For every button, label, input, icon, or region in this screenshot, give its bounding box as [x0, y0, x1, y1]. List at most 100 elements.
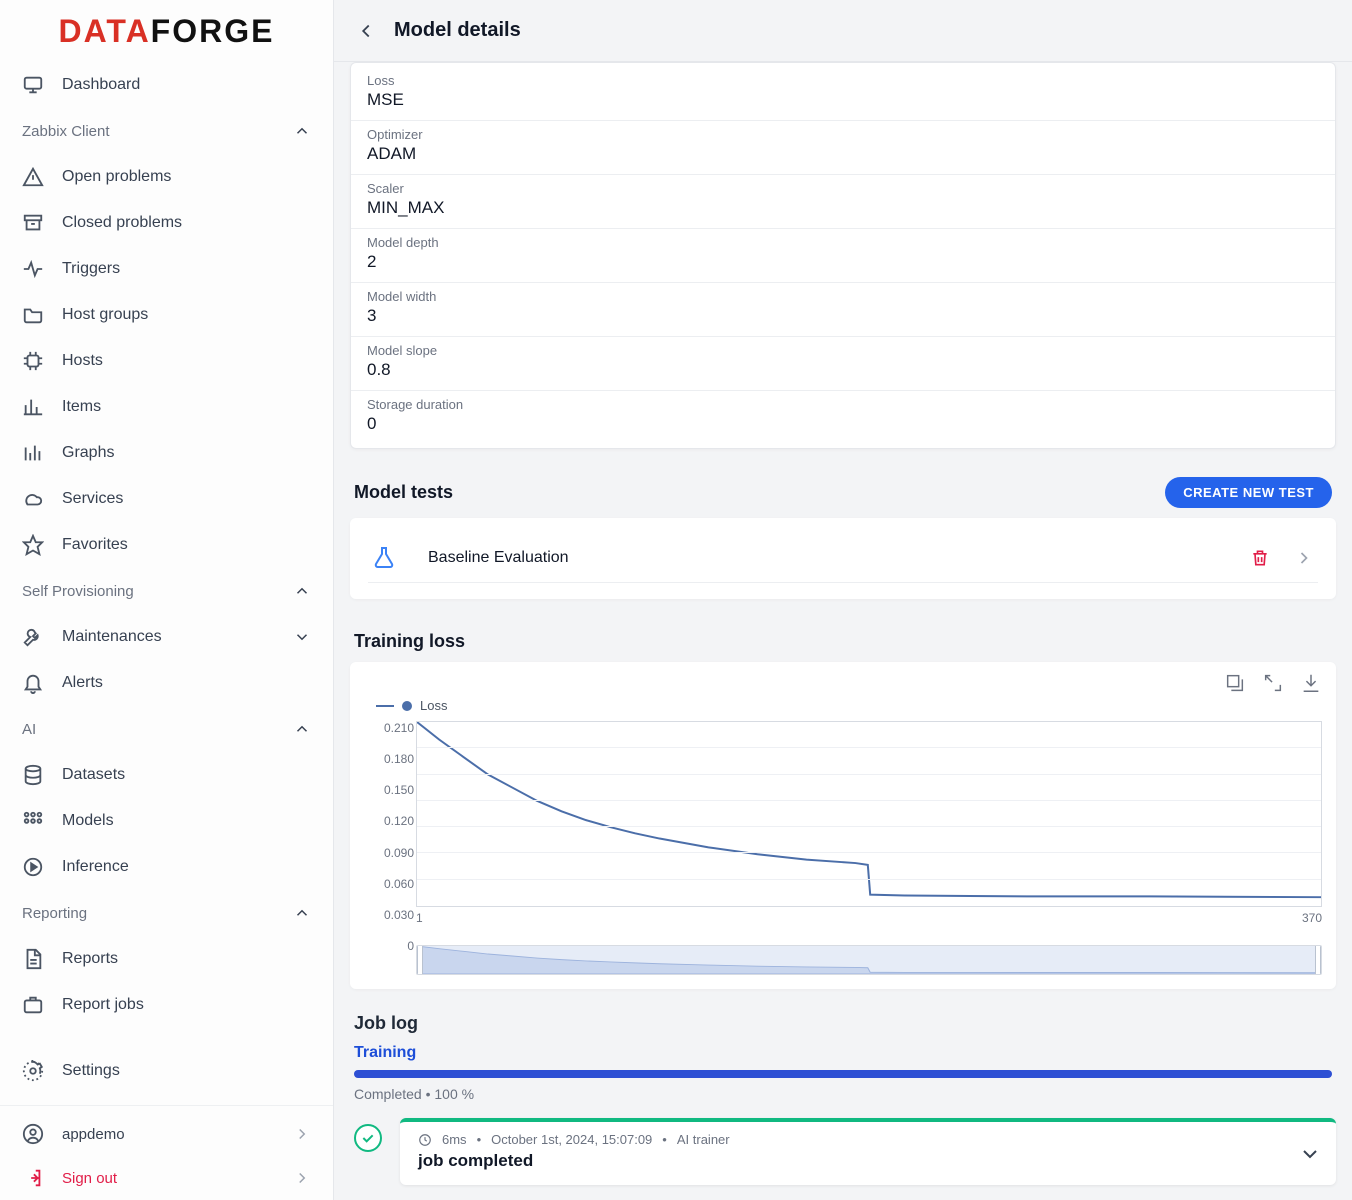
briefcase-icon [22, 994, 44, 1016]
sidebar-label: Open problems [62, 168, 171, 186]
content-scroll[interactable]: LossMSEOptimizerADAMScalerMIN_MAXModel d… [334, 62, 1352, 1200]
test-row[interactable]: Baseline Evaluation [368, 534, 1318, 583]
clock-icon [418, 1133, 432, 1147]
sidebar-group-zabbix[interactable]: Zabbix Client [0, 108, 333, 154]
grid-icon [22, 810, 44, 832]
sidebar-item-dashboard[interactable]: Dashboard [0, 62, 333, 108]
sidebar-item-datasets[interactable]: Datasets [0, 752, 333, 798]
sidebar-item-signout[interactable]: Sign out [0, 1156, 333, 1200]
chart-plot-box[interactable] [416, 721, 1322, 907]
sidebar-group-selfprov[interactable]: Self Provisioning [0, 568, 333, 614]
zoom-reset-icon[interactable] [1262, 672, 1284, 694]
chevron-right-icon [293, 1169, 311, 1187]
chevron-up-icon [293, 582, 311, 600]
brand-logo: DATAFORGE [0, 0, 333, 62]
y-tick: 0.120 [384, 814, 414, 828]
y-tick: 0.150 [384, 783, 414, 797]
sidebar-item-report-jobs[interactable]: Report jobs [0, 982, 333, 1028]
section-job-log: Job log [350, 1013, 1336, 1044]
gear-icon [22, 1060, 44, 1082]
topbar: Model details [334, 0, 1352, 62]
section-training-loss: Training loss [350, 621, 1336, 662]
joblog-duration: 6ms [442, 1132, 467, 1147]
range-handle-right[interactable] [1315, 945, 1321, 975]
sidebar-item-settings[interactable]: Settings [0, 1048, 333, 1094]
model-params-card: LossMSEOptimizerADAMScalerMIN_MAXModel d… [350, 62, 1336, 449]
delete-test-button[interactable] [1250, 548, 1270, 568]
sidebar-label: Maintenances [62, 628, 162, 646]
chevron-right-icon [293, 1125, 311, 1143]
chart-toolbar [364, 672, 1322, 694]
back-button[interactable] [352, 17, 380, 45]
sidebar-item-user[interactable]: appdemo [0, 1112, 333, 1156]
sidebar-item-graphs[interactable]: Graphs [0, 430, 333, 476]
sidebar-label: Report jobs [62, 996, 144, 1014]
param-value: 2 [367, 252, 1319, 272]
cloud-icon [22, 488, 44, 510]
sidebar-item-inference[interactable]: Inference [0, 844, 333, 890]
sidebar-item-open-problems[interactable]: Open problems [0, 154, 333, 200]
sidebar-item-triggers[interactable]: Triggers [0, 246, 333, 292]
sidebar-item-host-groups[interactable]: Host groups [0, 292, 333, 338]
star-icon [22, 534, 44, 556]
expand-icon[interactable] [1298, 1142, 1322, 1166]
play-circle-icon [22, 856, 44, 878]
chevron-up-icon [293, 720, 311, 738]
sidebar-item-maintenances[interactable]: Maintenances [0, 614, 333, 660]
page-title: Model details [394, 19, 521, 42]
param-row: ScalerMIN_MAX [351, 175, 1335, 229]
sidebar-label: Graphs [62, 444, 114, 462]
joblog-date: October 1st, 2024, 15:07:09 [491, 1132, 652, 1147]
user-circle-icon [22, 1123, 44, 1145]
bar-chart-icon [22, 396, 44, 418]
section-model-tests: Model tests CREATE NEW TEST [350, 467, 1336, 518]
sidebar-item-alerts[interactable]: Alerts [0, 660, 333, 706]
sidebar-item-items[interactable]: Items [0, 384, 333, 430]
sidebar-item-favorites[interactable]: Favorites [0, 522, 333, 568]
dot: • [662, 1132, 667, 1147]
joblog-entry: 6ms • October 1st, 2024, 15:07:09 • AI t… [350, 1118, 1336, 1185]
sb-group-label: Zabbix Client [22, 123, 110, 140]
range-handle-left[interactable] [417, 945, 423, 975]
param-value: 0 [367, 414, 1319, 434]
sidebar-label: Closed problems [62, 214, 182, 232]
database-icon [22, 764, 44, 786]
sidebar-item-closed-problems[interactable]: Closed problems [0, 200, 333, 246]
sidebar-label: Favorites [62, 536, 128, 554]
archive-icon [22, 212, 44, 234]
download-icon[interactable] [1300, 672, 1322, 694]
legend-label: Loss [420, 698, 447, 713]
param-label: Model width [367, 289, 1319, 304]
create-test-button[interactable]: CREATE NEW TEST [1165, 477, 1332, 508]
open-test-button[interactable] [1294, 548, 1314, 568]
y-tick: 0.210 [384, 721, 414, 735]
sidebar-label: Alerts [62, 674, 103, 692]
param-row: OptimizerADAM [351, 121, 1335, 175]
sidebar-group-reporting[interactable]: Reporting [0, 890, 333, 936]
folder-icon [22, 304, 44, 326]
chart-range-slider[interactable] [416, 945, 1322, 975]
sidebar-label: Items [62, 398, 101, 416]
sb-group-label: Self Provisioning [22, 583, 134, 600]
sidebar-item-hosts[interactable]: Hosts [0, 338, 333, 384]
sidebar-item-services[interactable]: Services [0, 476, 333, 522]
param-label: Optimizer [367, 127, 1319, 142]
y-tick: 0.060 [384, 877, 414, 891]
brand-left: DATA [59, 13, 151, 50]
sidebar-label: Host groups [62, 306, 148, 324]
param-row: Model width 3 [351, 283, 1335, 337]
chevron-up-icon [293, 122, 311, 140]
main: Model details LossMSEOptimizerADAMScaler… [334, 0, 1352, 1200]
sidebar-scroll[interactable]: Dashboard Zabbix Client Open problems Cl… [0, 62, 333, 1105]
sidebar-item-reports[interactable]: Reports [0, 936, 333, 982]
zoom-select-icon[interactable] [1224, 672, 1246, 694]
joblog-card[interactable]: 6ms • October 1st, 2024, 15:07:09 • AI t… [400, 1118, 1336, 1185]
chevron-down-icon [293, 628, 311, 646]
param-value: 3 [367, 306, 1319, 326]
param-row: Model depth2 [351, 229, 1335, 283]
sidebar-footer: appdemo Sign out [0, 1105, 333, 1200]
param-label: Scaler [367, 181, 1319, 196]
sidebar-group-ai[interactable]: AI [0, 706, 333, 752]
sidebar-item-models[interactable]: Models [0, 798, 333, 844]
joblog-status: Completed [354, 1086, 422, 1102]
